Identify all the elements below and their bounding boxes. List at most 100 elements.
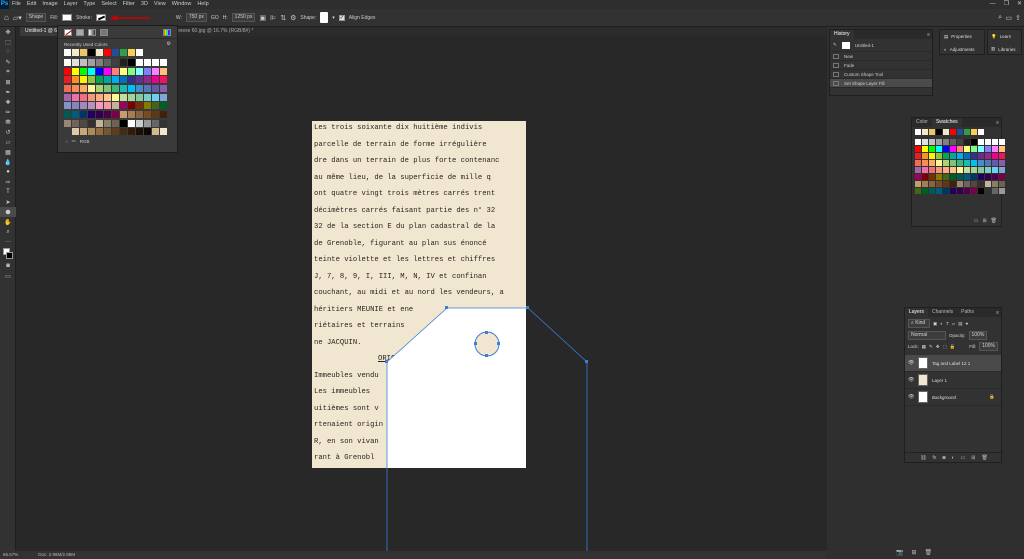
color-swatch[interactable] [929, 181, 935, 187]
visibility-eye-icon[interactable]: 👁 [908, 360, 914, 366]
color-swatch[interactable] [88, 59, 95, 66]
color-swatch[interactable] [160, 84, 167, 92]
color-swatch[interactable] [992, 188, 998, 194]
color-swatch[interactable] [964, 160, 970, 166]
color-swatch[interactable] [950, 167, 956, 173]
color-swatch[interactable] [950, 129, 956, 135]
history-item[interactable]: Custom Shape Tool [830, 70, 932, 79]
color-swatch[interactable] [128, 76, 135, 84]
color-swatch[interactable] [128, 49, 135, 56]
color-swatch[interactable] [964, 146, 970, 152]
history-item[interactable]: Fade [830, 61, 932, 70]
no-color-button[interactable] [64, 28, 73, 36]
color-swatch[interactable] [72, 110, 79, 118]
color-swatch[interactable] [72, 119, 79, 127]
color-swatch[interactable] [96, 102, 103, 110]
color-swatch[interactable] [985, 139, 991, 145]
color-swatch[interactable] [160, 76, 167, 84]
filter-toggle-icon[interactable]: ● [965, 321, 968, 326]
color-swatch[interactable] [72, 102, 79, 110]
color-swatch[interactable] [104, 67, 111, 75]
color-swatch[interactable] [128, 84, 135, 92]
lock-all-icon[interactable]: 🔒 [950, 344, 956, 350]
color-swatch[interactable] [112, 110, 119, 118]
color-swatch[interactable] [992, 181, 998, 187]
filter-pixel-icon[interactable]: ▣ [933, 321, 937, 327]
color-swatch[interactable] [88, 76, 95, 84]
color-swatch[interactable] [964, 181, 970, 187]
delete-layer-icon[interactable]: 🗑 [981, 455, 987, 461]
color-swatch[interactable] [957, 174, 963, 180]
color-swatch[interactable] [104, 76, 111, 84]
color-swatch[interactable] [152, 76, 159, 84]
color-swatch[interactable] [978, 181, 984, 187]
color-swatch[interactable] [978, 174, 984, 180]
color-swatch[interactable] [88, 119, 95, 127]
color-swatch[interactable] [929, 153, 935, 159]
color-swatch[interactable] [104, 128, 111, 136]
rgb-folder-label[interactable]: RGB [80, 139, 90, 144]
color-swatch[interactable] [80, 59, 87, 66]
color-swatch[interactable] [96, 119, 103, 127]
lock-move-icon[interactable]: ✥ [936, 344, 940, 350]
color-swatch[interactable] [120, 59, 127, 66]
color-swatch[interactable] [999, 139, 1005, 145]
color-swatch[interactable] [985, 153, 991, 159]
color-swatch[interactable] [152, 93, 159, 101]
color-swatch[interactable] [72, 49, 79, 56]
color-swatch[interactable] [936, 129, 942, 135]
new-layer-icon[interactable]: ⊞ [971, 455, 975, 461]
color-swatch[interactable] [72, 67, 79, 75]
color-swatch[interactable] [922, 181, 928, 187]
color-swatch[interactable] [104, 93, 111, 101]
color-swatch[interactable] [964, 139, 970, 145]
trash-icon[interactable]: 🗑 [925, 549, 933, 556]
history-snapshot[interactable]: ✎ Untitled-1 [830, 39, 932, 52]
color-swatch[interactable] [160, 119, 167, 127]
zoom-level[interactable]: 66.67% [3, 551, 18, 559]
color-swatch[interactable] [957, 139, 963, 145]
color-swatch[interactable] [922, 139, 928, 145]
color-swatch[interactable] [943, 160, 949, 166]
color-swatch[interactable] [943, 139, 949, 145]
color-swatch[interactable] [957, 146, 963, 152]
color-swatch[interactable] [144, 102, 151, 110]
filter-type-icon[interactable]: T [946, 321, 949, 326]
fx-icon[interactable]: fx [933, 455, 937, 461]
color-swatch[interactable] [128, 93, 135, 101]
color-swatch[interactable] [936, 146, 942, 152]
new-group-folder-icon[interactable]: ▭ [961, 455, 966, 461]
color-swatch[interactable] [80, 67, 87, 75]
color-swatch[interactable] [136, 76, 143, 84]
color-swatch[interactable] [112, 84, 119, 92]
panel-menu-icon[interactable]: ≡ [996, 120, 1001, 126]
add-mask-icon[interactable]: ◙ [942, 455, 945, 461]
color-swatch[interactable] [136, 119, 143, 127]
color-swatch[interactable] [144, 110, 151, 118]
color-swatch[interactable] [152, 84, 159, 92]
color-swatch[interactable] [88, 110, 95, 118]
color-swatch[interactable] [144, 128, 151, 136]
color-swatch[interactable] [943, 181, 949, 187]
color-swatch[interactable] [64, 119, 71, 127]
color-swatch[interactable] [152, 59, 159, 66]
color-swatch[interactable] [964, 129, 970, 135]
color-swatch[interactable] [64, 49, 71, 56]
color-swatch[interactable] [915, 146, 921, 152]
color-swatch[interactable] [96, 67, 103, 75]
color-swatch[interactable] [96, 110, 103, 118]
color-swatch[interactable] [64, 59, 71, 66]
layer-row[interactable]: 👁 Layer 1 [905, 372, 1001, 389]
color-swatch[interactable] [96, 128, 103, 136]
color-swatch[interactable] [144, 67, 151, 75]
color-swatch[interactable] [971, 167, 977, 173]
color-swatch[interactable] [929, 174, 935, 180]
color-swatch[interactable] [160, 93, 167, 101]
color-swatch[interactable] [992, 146, 998, 152]
color-swatch[interactable] [128, 67, 135, 75]
color-swatch[interactable] [136, 102, 143, 110]
color-swatch[interactable] [96, 59, 103, 66]
color-swatch[interactable] [915, 167, 921, 173]
color-swatch[interactable] [929, 146, 935, 152]
color-swatch[interactable] [144, 59, 151, 66]
